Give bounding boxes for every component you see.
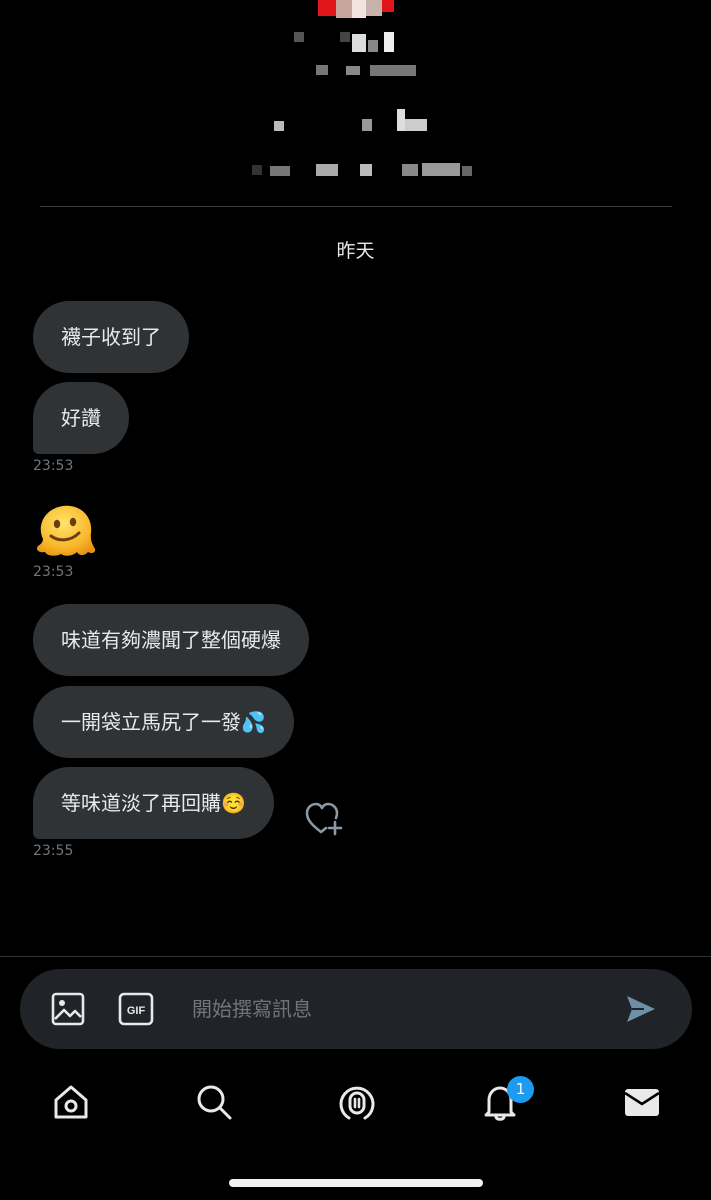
add-reaction-heart-icon[interactable] — [304, 801, 344, 837]
message-input[interactable]: 開始撰寫訊息 — [192, 969, 312, 1049]
message-bubble[interactable]: 味道有夠濃聞了整個硬爆 — [33, 604, 309, 676]
message-composer: GIF 開始撰寫訊息 — [20, 969, 692, 1049]
profile-header-pixelated — [0, 0, 711, 215]
gif-icon[interactable]: GIF — [118, 991, 154, 1027]
header-divider — [40, 206, 672, 207]
composer-divider — [0, 956, 711, 957]
message-timestamp: 23:53 — [33, 564, 74, 580]
day-separator-label: 昨天 — [336, 240, 375, 262]
home-indicator[interactable] — [229, 1179, 483, 1187]
search-icon[interactable] — [194, 1082, 234, 1122]
message-bubble[interactable]: 襪子收到了 — [33, 301, 189, 373]
melting-face-emoji[interactable] — [35, 503, 97, 559]
gif-icon-label: GIF — [127, 1005, 146, 1017]
message-bubble[interactable]: 一開袋立馬尻了一發💦 — [33, 686, 294, 758]
send-icon[interactable] — [624, 993, 658, 1025]
image-icon[interactable] — [50, 991, 86, 1027]
message-timestamp: 23:55 — [33, 843, 74, 859]
message-bubble[interactable]: 等味道淡了再回購☺️ — [33, 767, 274, 839]
message-bubble[interactable]: 好讚 — [33, 382, 129, 454]
message-timestamp: 23:53 — [33, 458, 74, 474]
messages-icon[interactable] — [622, 1082, 662, 1122]
notification-badge: 1 — [507, 1076, 534, 1103]
spaces-icon[interactable] — [337, 1082, 377, 1122]
home-icon[interactable] — [51, 1082, 91, 1122]
